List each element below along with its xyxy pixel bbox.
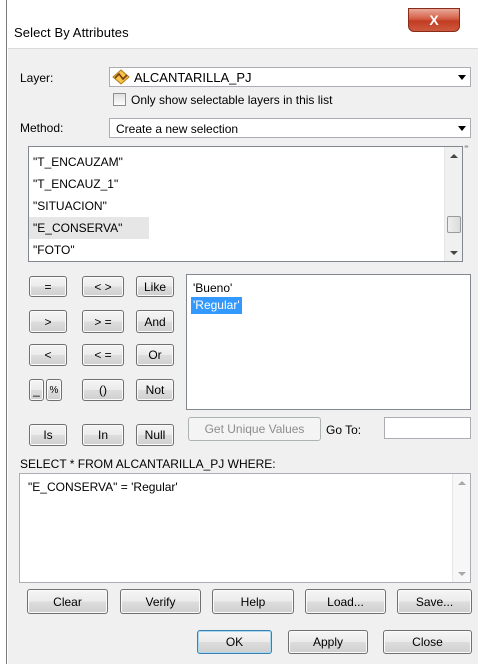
only-selectable-label: Only show selectable layers in this list — [131, 93, 333, 107]
percent-button[interactable]: % — [46, 379, 62, 401]
like-button[interactable]: Like — [136, 276, 174, 297]
method-value: Create a new selection — [116, 122, 239, 136]
underscore-button[interactable]: _ — [29, 379, 44, 401]
parentheses-button[interactable]: () — [82, 379, 124, 401]
layer-value: ALCANTARILLA_PJ — [134, 70, 252, 85]
goto-input[interactable] — [384, 417, 471, 439]
value-item-selected[interactable]: 'Regular' — [191, 297, 242, 314]
query-prefix: SELECT * FROM ALCANTARILLA_PJ WHERE: — [20, 457, 276, 471]
close-window-button[interactable]: X — [408, 8, 460, 32]
field-item[interactable]: "T_ENCAUZ_1" — [29, 173, 447, 195]
load-button[interactable]: Load... — [305, 589, 386, 614]
scroll-thumb[interactable] — [447, 216, 461, 233]
value-item[interactable]: 'Bueno' — [191, 280, 234, 297]
in-button[interactable]: In — [82, 424, 124, 446]
or-button[interactable]: Or — [136, 344, 174, 366]
chevron-down-icon[interactable] — [453, 68, 470, 86]
and-button[interactable]: And — [136, 310, 174, 333]
query-scrollbar[interactable] — [452, 474, 470, 582]
scroll-up-icon[interactable] — [445, 147, 462, 164]
close-icon: X — [429, 12, 439, 28]
greater-than-button[interactable]: > — [29, 310, 67, 333]
scroll-up-icon[interactable] — [453, 474, 470, 491]
layer-dropdown[interactable]: ALCANTARILLA_PJ — [109, 67, 471, 87]
clear-button[interactable]: Clear — [27, 589, 108, 614]
less-than-button[interactable]: < — [29, 344, 67, 366]
get-unique-values-button[interactable]: Get Unique Values — [188, 417, 321, 441]
not-button[interactable]: Not — [136, 379, 174, 401]
verify-button[interactable]: Verify — [120, 589, 201, 614]
select-by-attributes-window: Select By Attributes X Layer: ALCANTARIL… — [0, 0, 478, 664]
layer-label: Layer: — [20, 71, 54, 85]
equals-button[interactable]: = — [29, 276, 67, 297]
scroll-down-icon[interactable] — [453, 565, 470, 582]
chevron-down-icon[interactable] — [453, 119, 470, 137]
save-button[interactable]: Save... — [397, 589, 472, 614]
field-item-highlighted[interactable]: "E_CONSERVA" — [29, 217, 149, 239]
window-title: Select By Attributes — [14, 25, 129, 40]
field-item[interactable]: "T_ENCAUZAM" — [29, 151, 447, 173]
scroll-down-icon[interactable] — [445, 244, 462, 261]
window-left-border — [0, 0, 8, 664]
polyline-layer-icon — [112, 69, 130, 85]
help-button[interactable]: Help — [212, 589, 294, 614]
is-button[interactable]: Is — [29, 424, 67, 446]
fields-list[interactable]: "T_ENCAUZAM" "T_ENCAUZ_1" "SITUACION" "E… — [28, 146, 463, 262]
field-item[interactable]: "FOTO" — [29, 239, 447, 261]
splitter-grip-icon[interactable]: ⁼ — [464, 143, 469, 154]
less-equal-button[interactable]: < = — [82, 344, 124, 366]
close-button[interactable]: Close — [383, 630, 472, 654]
fields-scrollbar[interactable] — [444, 147, 462, 261]
method-label: Method: — [20, 121, 64, 135]
method-dropdown[interactable]: Create a new selection — [109, 118, 471, 138]
greater-equal-button[interactable]: > = — [82, 310, 124, 333]
apply-button[interactable]: Apply — [288, 630, 368, 654]
ok-button[interactable]: OK — [197, 630, 272, 654]
null-button[interactable]: Null — [136, 424, 174, 446]
unique-values-list[interactable]: 'Bueno' 'Regular' — [186, 274, 471, 410]
not-equals-button[interactable]: < > — [82, 276, 124, 297]
field-item[interactable]: "SITUACION" — [29, 195, 447, 217]
query-expression-text: "E_CONSERVA" = 'Regular' — [28, 480, 178, 494]
goto-label: Go To: — [326, 423, 362, 437]
only-selectable-checkbox[interactable] — [113, 93, 126, 106]
query-expression-textarea[interactable]: "E_CONSERVA" = 'Regular' — [19, 473, 471, 583]
